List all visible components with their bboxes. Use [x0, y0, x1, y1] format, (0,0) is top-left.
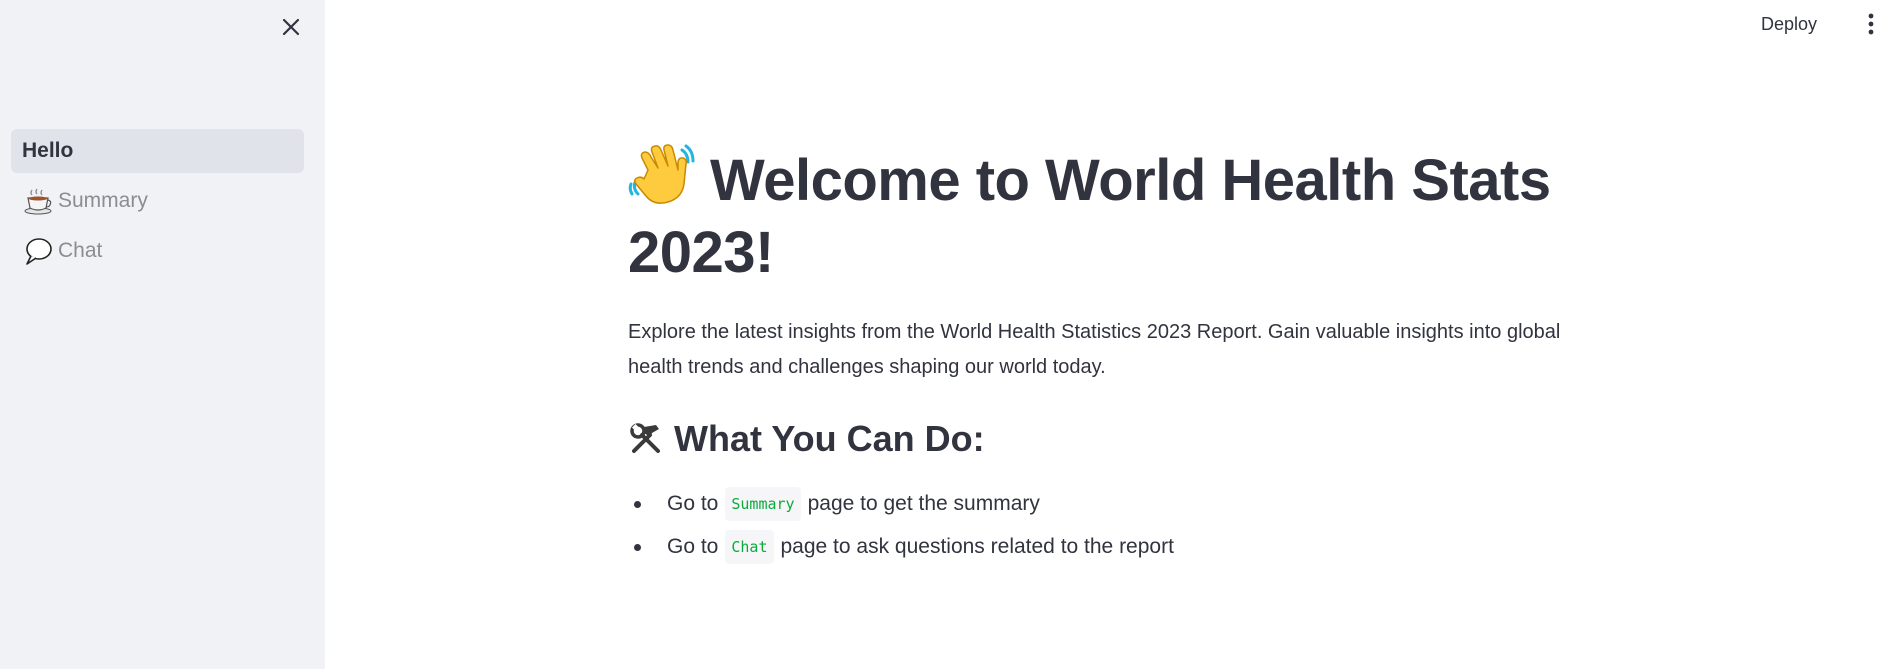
sidebar-item-label: Chat	[58, 239, 103, 262]
sidebar-item-chat[interactable]: Chat	[11, 229, 304, 273]
sidebar-item-label: Hello	[22, 139, 74, 162]
sidebar-item-label: Summary	[58, 189, 148, 212]
list-item-suffix: page to ask questions related to the rep…	[780, 535, 1174, 558]
close-sidebar-button[interactable]	[278, 14, 304, 40]
page-title: Welcome to World Health Stats 2023!	[628, 140, 1588, 289]
hammer-wrench-icon	[630, 423, 660, 453]
sidebar: Hello Summary Chat	[0, 0, 325, 669]
bullet	[634, 543, 641, 551]
bullet	[634, 500, 641, 508]
section-heading-text: What You Can Do:	[674, 418, 985, 459]
section-heading: What You Can Do:	[628, 415, 1588, 463]
top-toolbar: Deploy	[1753, 0, 1893, 48]
inline-code-summary: Summary	[725, 487, 801, 521]
waving-hand-icon	[628, 144, 695, 204]
tea-cup-icon	[22, 185, 54, 217]
sidebar-nav: Hello Summary Chat	[11, 129, 304, 279]
list-item: Go to Chat page to ask questions related…	[628, 530, 1588, 564]
speech-bubble-icon	[22, 235, 54, 267]
main-menu-button[interactable]	[1859, 12, 1883, 36]
sidebar-item-summary[interactable]: Summary	[11, 179, 304, 223]
list-item: Go to Summary page to get the summary	[628, 487, 1588, 521]
list-item-prefix: Go to	[667, 492, 719, 515]
sidebar-item-hello[interactable]: Hello	[11, 129, 304, 173]
close-icon	[282, 18, 300, 36]
inline-code-chat: Chat	[725, 530, 774, 564]
vertical-dots-icon	[1868, 13, 1874, 35]
page-title-text: Welcome to World Health Stats 2023!	[628, 148, 1551, 285]
action-list: Go to Summary page to get the summary Go…	[628, 487, 1588, 564]
list-item-prefix: Go to	[667, 535, 719, 558]
list-item-suffix: page to get the summary	[807, 492, 1040, 515]
deploy-button[interactable]: Deploy	[1753, 10, 1825, 39]
intro-paragraph: Explore the latest insights from the Wor…	[628, 321, 1561, 378]
main-content: Welcome to World Health Stats 2023! Expl…	[628, 140, 1588, 573]
